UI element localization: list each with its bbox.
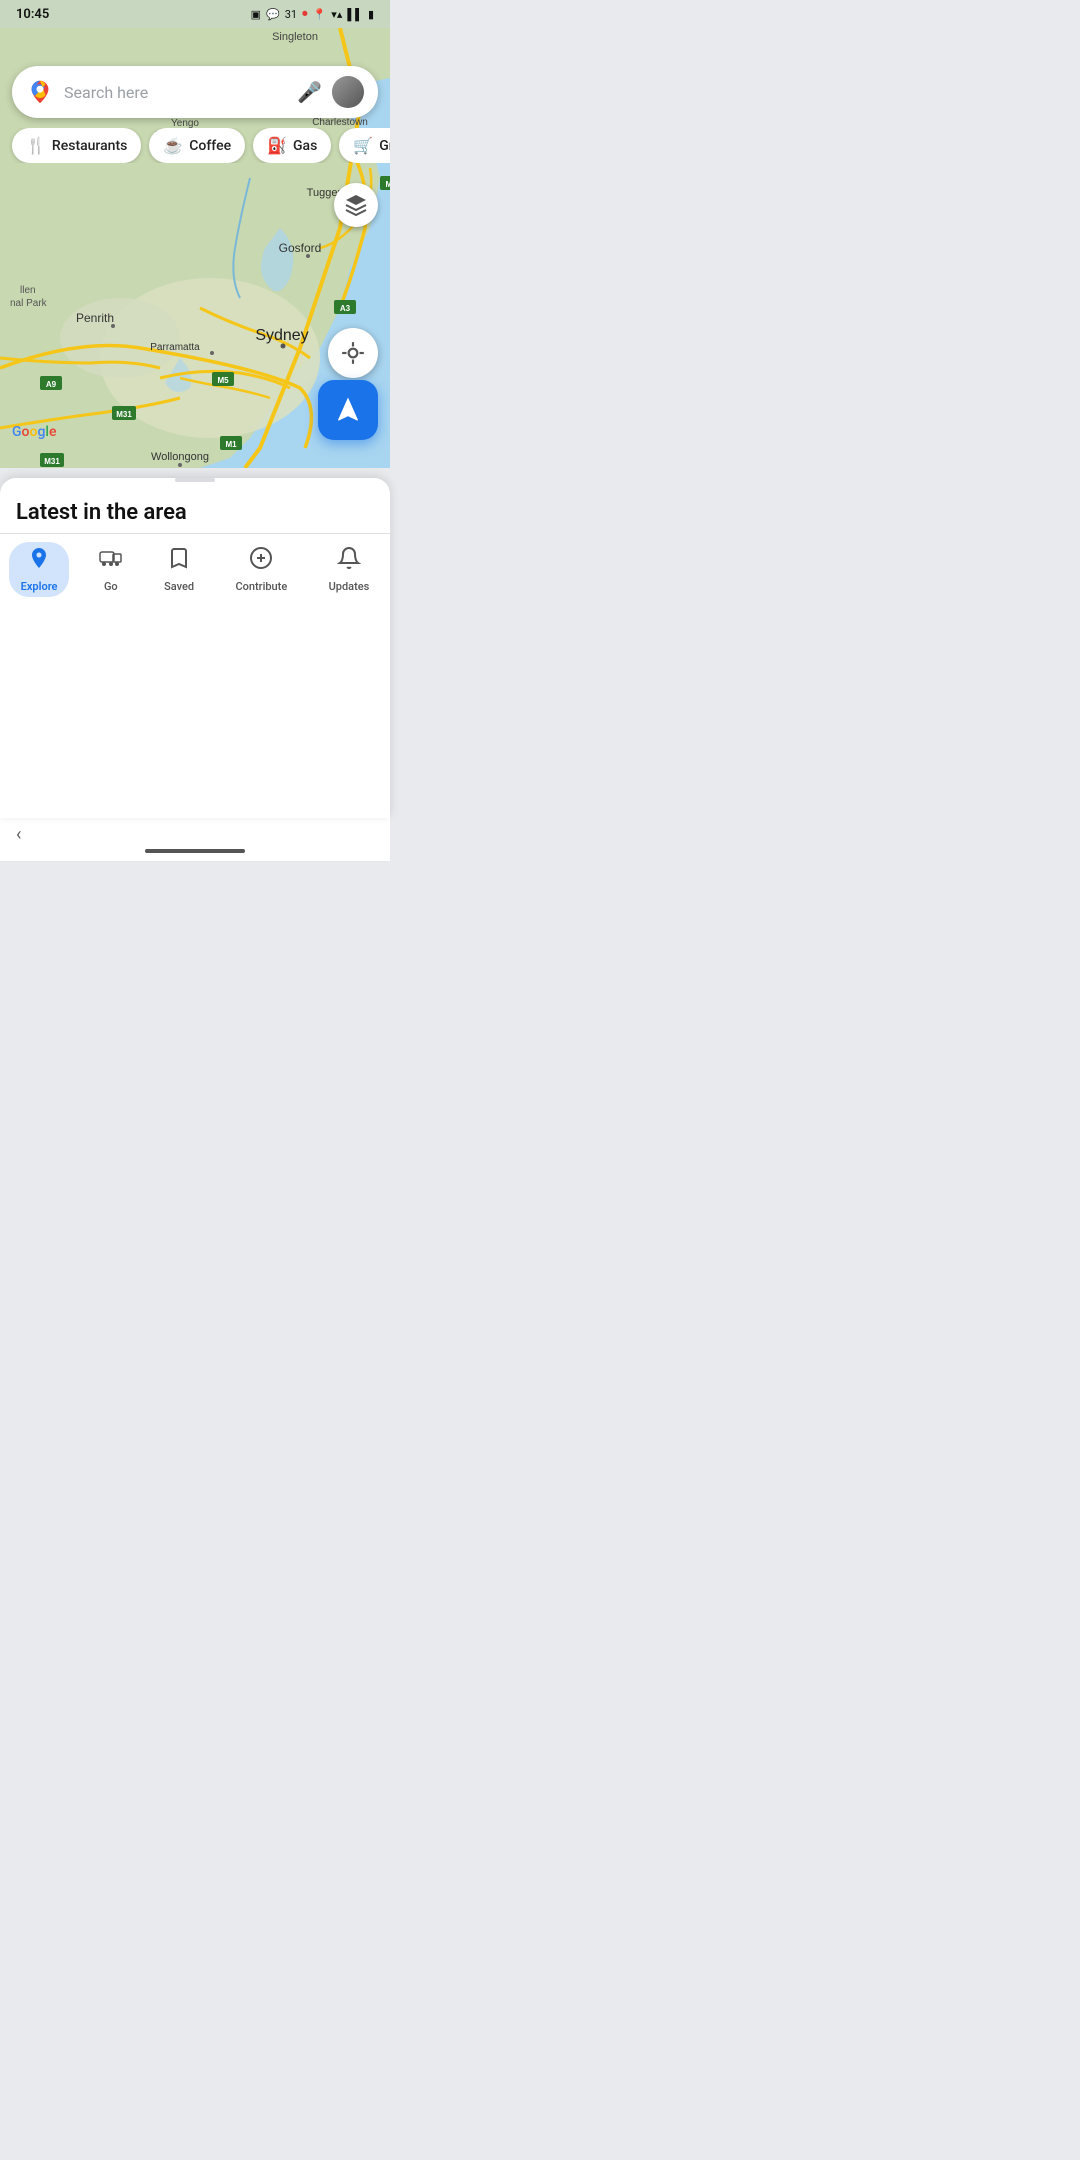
nav-item-updates[interactable]: Updates (317, 542, 382, 597)
location-icon: 📍 (313, 8, 327, 21)
restaurants-icon: 🍴 (26, 136, 46, 155)
my-location-button[interactable] (328, 328, 378, 378)
signal-icon: ▌▌ (347, 8, 363, 21)
go-label: Go (104, 580, 118, 593)
user-avatar[interactable] (332, 76, 364, 108)
svg-text:Sydney: Sydney (255, 327, 308, 344)
back-arrow[interactable]: ‹ (0, 824, 21, 845)
microphone-icon[interactable]: 🎤 (297, 80, 322, 104)
start-navigation-button[interactable] (318, 380, 378, 440)
google-letter-g: G (12, 424, 22, 440)
filter-label-gas: Gas (293, 138, 317, 154)
filter-pill-gas[interactable]: ⛽ Gas (253, 128, 331, 163)
svg-text:nal Park: nal Park (10, 298, 48, 309)
status-bar: 10:45 ▣ 💬 31 ⏺ 📍 ▾▴ ▌▌ ▮ (0, 0, 390, 28)
svg-text:A3: A3 (340, 304, 351, 313)
home-pill[interactable] (145, 849, 245, 853)
search-bar[interactable]: Search here 🎤 (12, 66, 378, 118)
coffee-icon: ☕ (163, 136, 183, 155)
filter-pill-groceries[interactable]: 🛒 Gro (339, 128, 390, 163)
bottom-sheet: Latest in the area Explore Go (0, 478, 390, 818)
bottom-sheet-title: Latest in the area (0, 482, 390, 533)
google-maps-logo (26, 78, 54, 106)
map-layers-button[interactable] (334, 183, 378, 227)
search-input[interactable]: Search here (64, 83, 287, 102)
filter-label-coffee: Coffee (189, 138, 231, 154)
svg-text:A9: A9 (46, 380, 57, 389)
updates-icon (337, 546, 361, 576)
svg-text:M31: M31 (44, 457, 60, 466)
map-area[interactable]: M1 A43 A3 A9 M5 M31 M31 M1 Singleton Cha… (0, 28, 390, 468)
status-icons: ▣ 💬 31 ⏺ 📍 ▾▴ ▌▌ ▮ (251, 7, 374, 21)
bottom-navigation: Explore Go Saved (0, 533, 390, 601)
battery-icon: ▮ (368, 8, 374, 21)
wifi-icon: ▾▴ (331, 8, 342, 21)
google-logo: Google (12, 424, 56, 440)
contribute-label: Contribute (235, 580, 287, 593)
nav-item-saved[interactable]: Saved (152, 542, 206, 597)
svg-text:M31: M31 (116, 410, 132, 419)
gas-icon: ⛽ (267, 136, 287, 155)
svg-text:Gosford: Gosford (279, 241, 322, 255)
svg-text:llen: llen (20, 285, 36, 296)
nav-item-explore[interactable]: Explore (9, 542, 70, 597)
filter-label-groceries: Gro (379, 138, 390, 154)
chat-icon: 💬 (266, 8, 280, 21)
svg-text:Parramatta: Parramatta (150, 342, 200, 353)
home-bar-area: ‹ (0, 818, 390, 861)
svg-text:M1: M1 (385, 180, 390, 189)
svg-text:M5: M5 (217, 376, 229, 385)
svg-text:Penrith: Penrith (76, 311, 114, 325)
svg-text:Singleton: Singleton (272, 31, 318, 43)
explore-icon (27, 546, 51, 576)
svg-text:Wollongong: Wollongong (151, 451, 209, 463)
go-icon (99, 546, 123, 576)
filter-pill-restaurants[interactable]: 🍴 Restaurants (12, 128, 141, 163)
svg-text:M1: M1 (225, 440, 237, 449)
layers-icon (344, 193, 368, 217)
screen-record-icon: ⏺ (302, 7, 308, 21)
nav-item-contribute[interactable]: Contribute (223, 542, 299, 597)
filter-pills: 🍴 Restaurants ☕ Coffee ⛽ Gas 🛒 Gro (0, 128, 390, 163)
navigation-icon (333, 395, 363, 425)
google-letter-e: e (49, 424, 57, 440)
saved-label: Saved (164, 580, 194, 593)
calendar-icon: 31 (285, 8, 297, 21)
contribute-icon (249, 546, 273, 576)
status-time: 10:45 (16, 7, 49, 22)
filter-label-restaurants: Restaurants (52, 138, 127, 154)
filter-pill-coffee[interactable]: ☕ Coffee (149, 128, 245, 163)
google-letter-o1: o (22, 424, 30, 440)
updates-label: Updates (329, 580, 370, 593)
location-crosshair-icon (340, 340, 366, 366)
notification-icon: ▣ (251, 8, 261, 21)
groceries-icon: 🛒 (353, 136, 373, 155)
saved-icon (167, 546, 191, 576)
nav-item-go[interactable]: Go (87, 542, 135, 597)
search-bar-container: Search here 🎤 (0, 56, 390, 126)
explore-label: Explore (21, 580, 58, 593)
